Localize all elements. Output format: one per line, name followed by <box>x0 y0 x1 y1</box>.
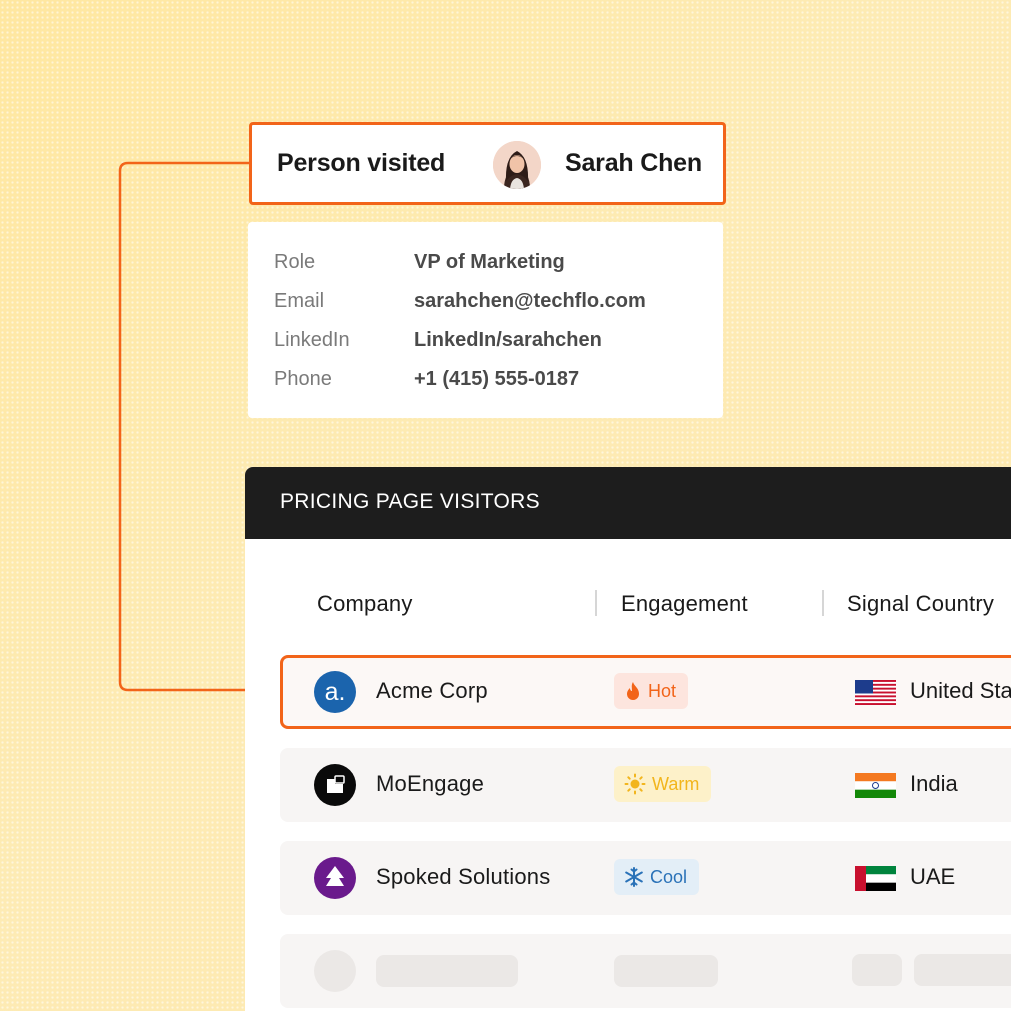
country-name: UAE <box>910 864 956 889</box>
detail-key: Email <box>274 290 325 312</box>
person-name: Sarah Chen <box>565 149 702 177</box>
company-name: MoEngage <box>376 771 485 796</box>
detail-row-role: Role VP of Marketing <box>274 251 704 275</box>
moengage-logo-icon <box>314 764 356 806</box>
skeleton-logo <box>314 950 356 992</box>
detail-value[interactable]: sarahchen@techflo.com <box>414 290 646 313</box>
detail-key: Role <box>274 251 316 273</box>
detail-value: VP of Marketing <box>414 251 565 273</box>
engagement-label: Warm <box>652 773 700 794</box>
skeleton-row <box>280 934 1011 1008</box>
panel-header: PRICING PAGE VISITORS <box>245 467 1011 539</box>
engagement-badge: Cool <box>614 859 700 895</box>
table-row[interactable]: a. Acme Corp Hot United States <box>280 655 1011 729</box>
svg-text:a.: a. <box>325 678 346 706</box>
column-divider <box>822 590 824 616</box>
person-visited-label: Person visited <box>277 149 446 177</box>
panel-title: PRICING PAGE VISITORS <box>280 490 540 513</box>
table-row[interactable]: MoEngage Warm India <box>280 748 1011 822</box>
detail-value[interactable]: LinkedIn/sarahchen <box>414 329 602 352</box>
detail-row-email: Email sarahchen@techflo.com <box>274 290 704 314</box>
company-name: Acme Corp <box>376 678 488 703</box>
engagement-badge: Hot <box>614 673 689 709</box>
table-row[interactable]: Spoked Solutions Cool UAE <box>280 841 1011 915</box>
engagement-label: Hot <box>648 680 677 701</box>
skeleton-badge <box>614 955 718 987</box>
detail-key: LinkedIn <box>274 329 350 351</box>
column-header-signal-country[interactable]: Signal Country <box>847 591 994 617</box>
detail-value: +1 (415) 555-0187 <box>414 368 580 390</box>
detail-row-linkedin: LinkedIn LinkedIn/sarahchen <box>274 329 704 353</box>
company-name: Spoked Solutions <box>376 864 551 889</box>
skeleton-country <box>914 954 1011 986</box>
detail-key: Phone <box>274 368 332 390</box>
sun-icon <box>624 773 646 795</box>
column-divider <box>595 590 597 616</box>
avatar <box>493 141 541 189</box>
flame-icon <box>624 681 642 701</box>
india-flag-icon <box>855 773 896 798</box>
skeleton-company <box>376 955 518 987</box>
country-name: United States <box>910 678 1011 703</box>
us-flag-icon <box>855 680 896 705</box>
column-header-company[interactable]: Company <box>317 591 413 617</box>
spoked-logo-icon <box>314 857 356 899</box>
snowflake-icon <box>624 867 644 887</box>
person-visited-card[interactable]: Person visited Sarah Chen <box>249 122 726 205</box>
engagement-label: Cool <box>650 866 688 887</box>
column-header-engagement[interactable]: Engagement <box>621 591 748 617</box>
engagement-badge: Warm <box>614 766 712 802</box>
uae-flag-icon <box>855 866 896 891</box>
skeleton-flag <box>852 954 902 986</box>
detail-row-phone: Phone +1 (415) 555-0187 <box>274 368 704 392</box>
pricing-visitors-panel: PRICING PAGE VISITORS Company Engagement… <box>245 467 1011 1011</box>
country-name: India <box>910 771 958 796</box>
person-details-card: Role VP of Marketing Email sarahchen@tec… <box>248 222 723 418</box>
acme-logo-icon: a. <box>314 671 356 713</box>
